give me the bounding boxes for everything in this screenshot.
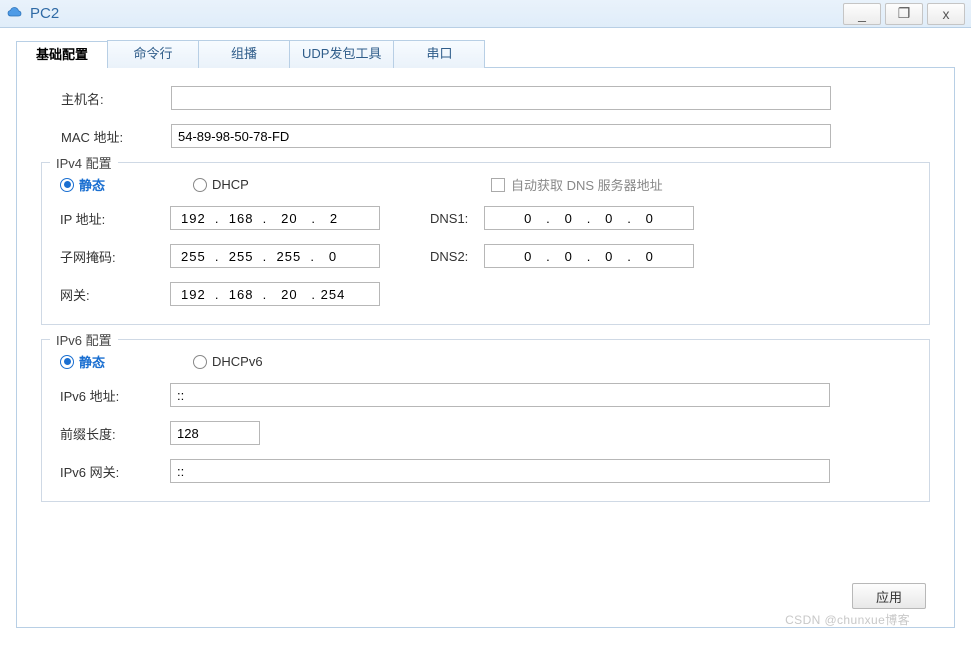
- radio-dot-icon: [60, 355, 74, 369]
- ipv6-legend: IPv6 配置: [50, 330, 118, 349]
- mask-input[interactable]: [170, 244, 380, 268]
- auto-dns-checkbox[interactable]: 自动获取 DNS 服务器地址: [491, 175, 663, 194]
- ipv6gw-input[interactable]: [170, 459, 830, 483]
- dns1-input[interactable]: [484, 206, 694, 230]
- tab-multicast[interactable]: 组播: [198, 40, 290, 68]
- radio-dot-icon: [193, 178, 207, 192]
- ipv4-dhcp-label: DHCP: [212, 177, 249, 192]
- title-bar: PC2 _ ❐ x: [0, 0, 971, 28]
- gateway-label: 网关:: [60, 285, 170, 304]
- tab-serial[interactable]: 串口: [393, 40, 485, 68]
- close-button[interactable]: x: [927, 3, 965, 25]
- client-area: 基础配置 命令行 组播 UDP发包工具 串口 主机名: MAC 地址: IPv4…: [0, 28, 971, 651]
- hostname-input[interactable]: [171, 86, 831, 110]
- ipv6addr-input[interactable]: [170, 383, 830, 407]
- minimize-button[interactable]: _: [843, 3, 881, 25]
- ipv6-static-radio[interactable]: 静态: [60, 352, 165, 371]
- maximize-button[interactable]: ❐: [885, 3, 923, 25]
- dns2-label: DNS2:: [430, 249, 484, 264]
- gateway-input[interactable]: [170, 282, 380, 306]
- dns2-input[interactable]: [484, 244, 694, 268]
- radio-dot-icon: [193, 355, 207, 369]
- hostname-label: 主机名:: [61, 89, 171, 108]
- prefix-label: 前缀长度:: [60, 424, 170, 443]
- prefix-input[interactable]: [170, 421, 260, 445]
- apply-button[interactable]: 应用: [852, 583, 926, 609]
- ipv4-static-radio[interactable]: 静态: [60, 175, 165, 194]
- ipv4-static-label: 静态: [79, 175, 105, 194]
- ipv6addr-label: IPv6 地址:: [60, 386, 170, 405]
- checkbox-box-icon: [491, 178, 505, 192]
- app-icon: [6, 5, 24, 23]
- watermark-text: CSDN @chunxue博客: [785, 611, 910, 628]
- mac-label: MAC 地址:: [61, 127, 171, 146]
- mask-label: 子网掩码:: [60, 247, 170, 266]
- ip-input[interactable]: [170, 206, 380, 230]
- ipv6-dhcpv6-label: DHCPv6: [212, 354, 263, 369]
- mac-input[interactable]: [171, 124, 831, 148]
- ipv6-dhcpv6-radio[interactable]: DHCPv6: [193, 354, 263, 369]
- ipv6gw-label: IPv6 网关:: [60, 462, 170, 481]
- ipv4-legend: IPv4 配置: [50, 153, 118, 172]
- auto-dns-label: 自动获取 DNS 服务器地址: [511, 175, 663, 194]
- tab-udp-tool[interactable]: UDP发包工具: [289, 40, 394, 68]
- tab-command-line[interactable]: 命令行: [107, 40, 199, 68]
- ipv6-static-label: 静态: [79, 352, 105, 371]
- ipv4-section: IPv4 配置 静态 DHCP 自动获取 DNS 服务器地址 IP 地址:: [41, 162, 930, 325]
- dns1-label: DNS1:: [430, 211, 484, 226]
- window-title: PC2: [30, 5, 59, 22]
- radio-dot-icon: [60, 178, 74, 192]
- tab-bar: 基础配置 命令行 组播 UDP发包工具 串口: [16, 40, 955, 68]
- ipv6-section: IPv6 配置 静态 DHCPv6 IPv6 地址: 前缀长度: IPv6 网关…: [41, 339, 930, 502]
- tab-basic-config[interactable]: 基础配置: [16, 41, 108, 69]
- ip-label: IP 地址:: [60, 209, 170, 228]
- config-panel: 主机名: MAC 地址: IPv4 配置 静态 DHCP 自动获取 DNS 服务…: [16, 68, 955, 628]
- ipv4-dhcp-radio[interactable]: DHCP: [193, 177, 463, 192]
